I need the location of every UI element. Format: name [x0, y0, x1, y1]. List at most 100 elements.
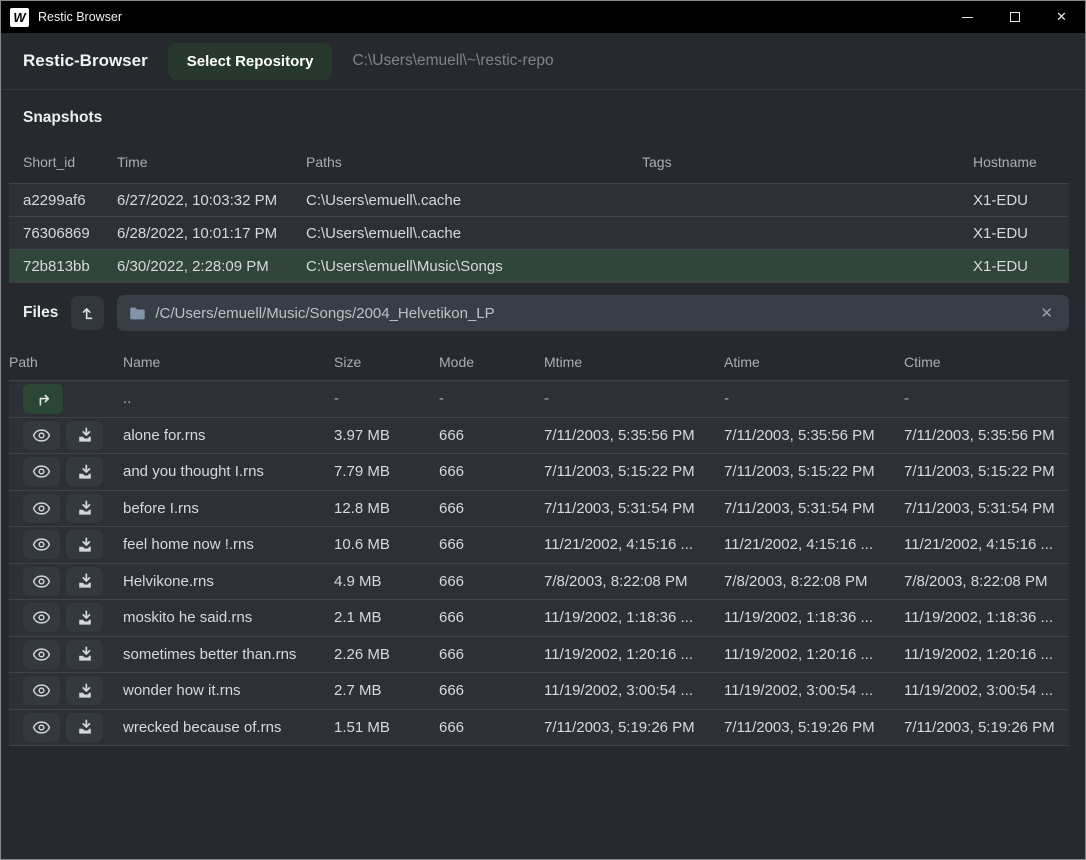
download-file-button[interactable] — [66, 494, 103, 523]
file-mode: 666 — [439, 573, 544, 590]
preview-file-button[interactable] — [23, 676, 60, 705]
file-row[interactable]: before I.rns12.8 MB6667/11/2003, 5:31:54… — [9, 491, 1069, 528]
file-mode: 666 — [439, 427, 544, 444]
preview-file-button[interactable] — [23, 640, 60, 669]
download-file-button[interactable] — [66, 421, 103, 450]
download-icon — [77, 537, 93, 553]
snapshot-short-id: a2299af6 — [9, 192, 117, 209]
titlebar: W Restic Browser ✕ — [1, 1, 1085, 33]
file-mtime: 7/11/2003, 5:31:54 PM — [544, 500, 724, 517]
eye-icon — [32, 537, 51, 552]
level-up-icon — [80, 305, 96, 321]
file-row[interactable]: feel home now !.rns10.6 MB66611/21/2002,… — [9, 527, 1069, 564]
window-title: Restic Browser — [38, 10, 122, 24]
close-button[interactable]: ✕ — [1038, 1, 1085, 33]
snapshot-hostname: X1-EDU — [973, 192, 1069, 209]
clear-path-button[interactable]: ✕ — [1036, 302, 1057, 324]
repository-path: C:\Users\emuell\~\restic-repo — [352, 52, 553, 70]
file-size: 12.8 MB — [334, 500, 439, 517]
download-file-button[interactable] — [66, 567, 103, 596]
files-body: alone for.rns3.97 MB6667/11/2003, 5:35:5… — [1, 418, 1085, 747]
column-header: Atime — [724, 354, 904, 370]
preview-file-button[interactable] — [23, 457, 60, 486]
file-atime: - — [724, 390, 904, 407]
download-icon — [77, 500, 93, 516]
eye-icon — [32, 720, 51, 735]
file-ctime: - — [904, 390, 1069, 407]
preview-file-button[interactable] — [23, 494, 60, 523]
download-file-button[interactable] — [66, 603, 103, 632]
eye-icon — [32, 464, 51, 479]
file-name: moskito he said.rns — [123, 609, 334, 626]
download-icon — [77, 646, 93, 662]
preview-file-button[interactable] — [23, 713, 60, 742]
download-file-button[interactable] — [66, 530, 103, 559]
download-file-button[interactable] — [66, 457, 103, 486]
file-mtime: 7/11/2003, 5:35:56 PM — [544, 427, 724, 444]
level-up-button[interactable] — [71, 296, 104, 330]
eye-icon — [32, 501, 51, 516]
file-name: wonder how it.rns — [123, 682, 334, 699]
column-header: Mode — [439, 354, 544, 370]
files-header-row: PathNameSizeModeMtimeAtimeCtime — [9, 343, 1069, 381]
file-mtime: 11/19/2002, 3:00:54 ... — [544, 682, 724, 699]
current-path-box[interactable]: ✕ — [117, 295, 1069, 331]
minimize-button[interactable] — [944, 1, 991, 33]
file-ctime: 7/11/2003, 5:31:54 PM — [904, 500, 1069, 517]
file-row[interactable]: sometimes better than.rns2.26 MB66611/19… — [9, 637, 1069, 674]
window-controls: ✕ — [944, 1, 1085, 33]
snapshot-time: 6/28/2022, 10:01:17 PM — [117, 225, 306, 242]
current-path-input[interactable] — [155, 305, 1027, 322]
file-name: .. — [123, 390, 334, 407]
open-parent-directory-button[interactable] — [23, 384, 63, 414]
select-repository-button[interactable]: Select Repository — [168, 43, 333, 80]
file-size: 4.9 MB — [334, 573, 439, 590]
snapshot-row[interactable]: 763068696/28/2022, 10:01:17 PMC:\Users\e… — [9, 217, 1069, 250]
snapshot-paths: C:\Users\emuell\.cache — [306, 192, 642, 209]
file-row[interactable]: wrecked because of.rns1.51 MB6667/11/200… — [9, 710, 1069, 747]
download-icon — [77, 610, 93, 626]
parent-directory-row[interactable]: .. - - - - - — [9, 381, 1069, 418]
file-mode: 666 — [439, 682, 544, 699]
file-name: wrecked because of.rns — [123, 719, 334, 736]
download-file-button[interactable] — [66, 713, 103, 742]
maximize-button[interactable] — [991, 1, 1038, 33]
file-row[interactable]: and you thought I.rns7.79 MB6667/11/2003… — [9, 454, 1069, 491]
download-file-button[interactable] — [66, 640, 103, 669]
files-toolbar: Files ✕ — [1, 283, 1085, 343]
file-ctime: 7/11/2003, 5:19:26 PM — [904, 719, 1069, 736]
preview-file-button[interactable] — [23, 530, 60, 559]
snapshot-paths: C:\Users\emuell\Music\Songs — [306, 258, 642, 275]
file-ctime: 11/19/2002, 3:00:54 ... — [904, 682, 1069, 699]
download-icon — [77, 683, 93, 699]
file-row[interactable]: Helvikone.rns4.9 MB6667/8/2003, 8:22:08 … — [9, 564, 1069, 601]
preview-file-button[interactable] — [23, 421, 60, 450]
eye-icon — [32, 683, 51, 698]
column-header: Time — [117, 154, 306, 170]
clear-icon: ✕ — [1040, 305, 1053, 322]
snapshot-row[interactable]: 72b813bb6/30/2022, 2:28:09 PMC:\Users\em… — [9, 250, 1069, 283]
file-size: 2.26 MB — [334, 646, 439, 663]
file-atime: 11/21/2002, 4:15:16 ... — [724, 536, 904, 553]
file-atime: 7/8/2003, 8:22:08 PM — [724, 573, 904, 590]
file-row[interactable]: wonder how it.rns2.7 MB66611/19/2002, 3:… — [9, 673, 1069, 710]
snapshot-time: 6/27/2022, 10:03:32 PM — [117, 192, 306, 209]
file-atime: 7/11/2003, 5:35:56 PM — [724, 427, 904, 444]
download-file-button[interactable] — [66, 676, 103, 705]
column-header: Tags — [642, 154, 973, 170]
preview-file-button[interactable] — [23, 603, 60, 632]
file-mode: 666 — [439, 463, 544, 480]
file-size: 1.51 MB — [334, 719, 439, 736]
app-logo-icon: W — [10, 8, 29, 27]
snapshots-header-row: Short_idTimePathsTagsHostname — [9, 140, 1069, 184]
file-row[interactable]: alone for.rns3.97 MB6667/11/2003, 5:35:5… — [9, 418, 1069, 455]
preview-file-button[interactable] — [23, 567, 60, 596]
file-mode: 666 — [439, 646, 544, 663]
snapshot-row[interactable]: a2299af66/27/2022, 10:03:32 PMC:\Users\e… — [9, 184, 1069, 217]
file-ctime: 11/19/2002, 1:20:16 ... — [904, 646, 1069, 663]
file-mode: 666 — [439, 609, 544, 626]
column-header: Short_id — [9, 154, 117, 170]
file-name: before I.rns — [123, 500, 334, 517]
file-size: - — [334, 390, 439, 407]
file-row[interactable]: moskito he said.rns2.1 MB66611/19/2002, … — [9, 600, 1069, 637]
